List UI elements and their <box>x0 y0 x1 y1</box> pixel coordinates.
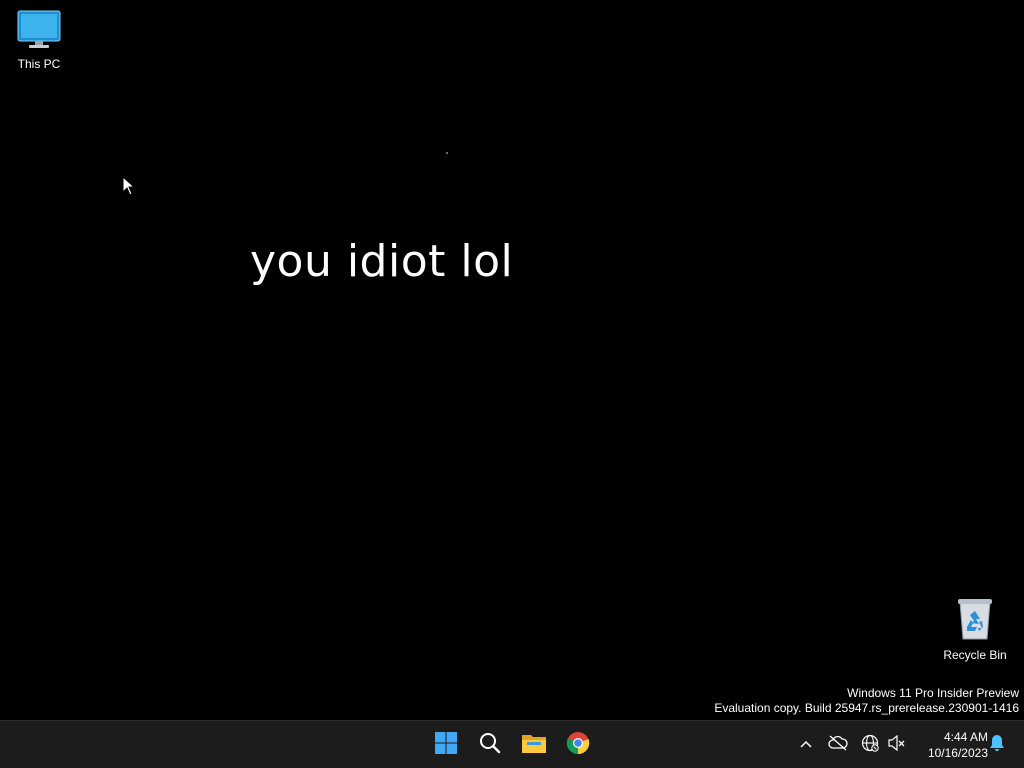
this-pc-label: This PC <box>17 57 61 71</box>
search-icon <box>479 732 501 759</box>
chevron-up-icon <box>799 736 813 754</box>
windows-logo-icon <box>434 731 458 760</box>
chrome-icon <box>566 731 590 760</box>
this-pc-desktop-icon[interactable]: This PC <box>2 10 76 71</box>
network-globe-icon <box>861 734 879 757</box>
clock-time: 4:44 AM <box>943 730 988 744</box>
stray-pixel <box>446 152 448 154</box>
desktop: This PC you idiot lol Recycle Bin Window… <box>0 0 1024 720</box>
folder-icon <box>521 732 547 759</box>
file-explorer-button[interactable] <box>514 725 554 765</box>
onedrive-tray-button[interactable] <box>826 733 850 757</box>
windows-watermark: Windows 11 Pro Insider Preview Evaluatio… <box>714 686 1019 716</box>
chrome-button[interactable] <box>558 725 598 765</box>
notifications-button[interactable] <box>986 733 1008 757</box>
watermark-build: Evaluation copy. Build 25947.rs_prerelea… <box>714 701 1019 715</box>
monitor-icon <box>2 10 76 53</box>
cloud-off-icon <box>828 735 848 756</box>
show-hidden-icons-button[interactable] <box>794 733 818 757</box>
clock-date: 10/16/2023 <box>927 746 988 760</box>
taskbar: 4:44 AM 10/16/2023 <box>0 720 1024 768</box>
system-clock[interactable]: 4:44 AM 10/16/2023 <box>912 729 988 761</box>
volume-tray-button[interactable] <box>884 733 908 757</box>
recycle-bin-label: Recycle Bin <box>943 648 1007 662</box>
recycle-bin-desktop-icon[interactable]: Recycle Bin <box>938 597 1012 662</box>
recycle-bin-icon <box>938 597 1012 644</box>
center-message-text: you idiot lol <box>250 236 514 287</box>
search-button[interactable] <box>470 725 510 765</box>
volume-muted-icon <box>887 734 905 756</box>
mouse-pointer-icon <box>122 175 136 201</box>
watermark-edition: Windows 11 Pro Insider Preview <box>847 686 1019 700</box>
network-tray-button[interactable] <box>858 733 882 757</box>
bell-icon <box>989 734 1005 757</box>
start-button[interactable] <box>426 725 466 765</box>
